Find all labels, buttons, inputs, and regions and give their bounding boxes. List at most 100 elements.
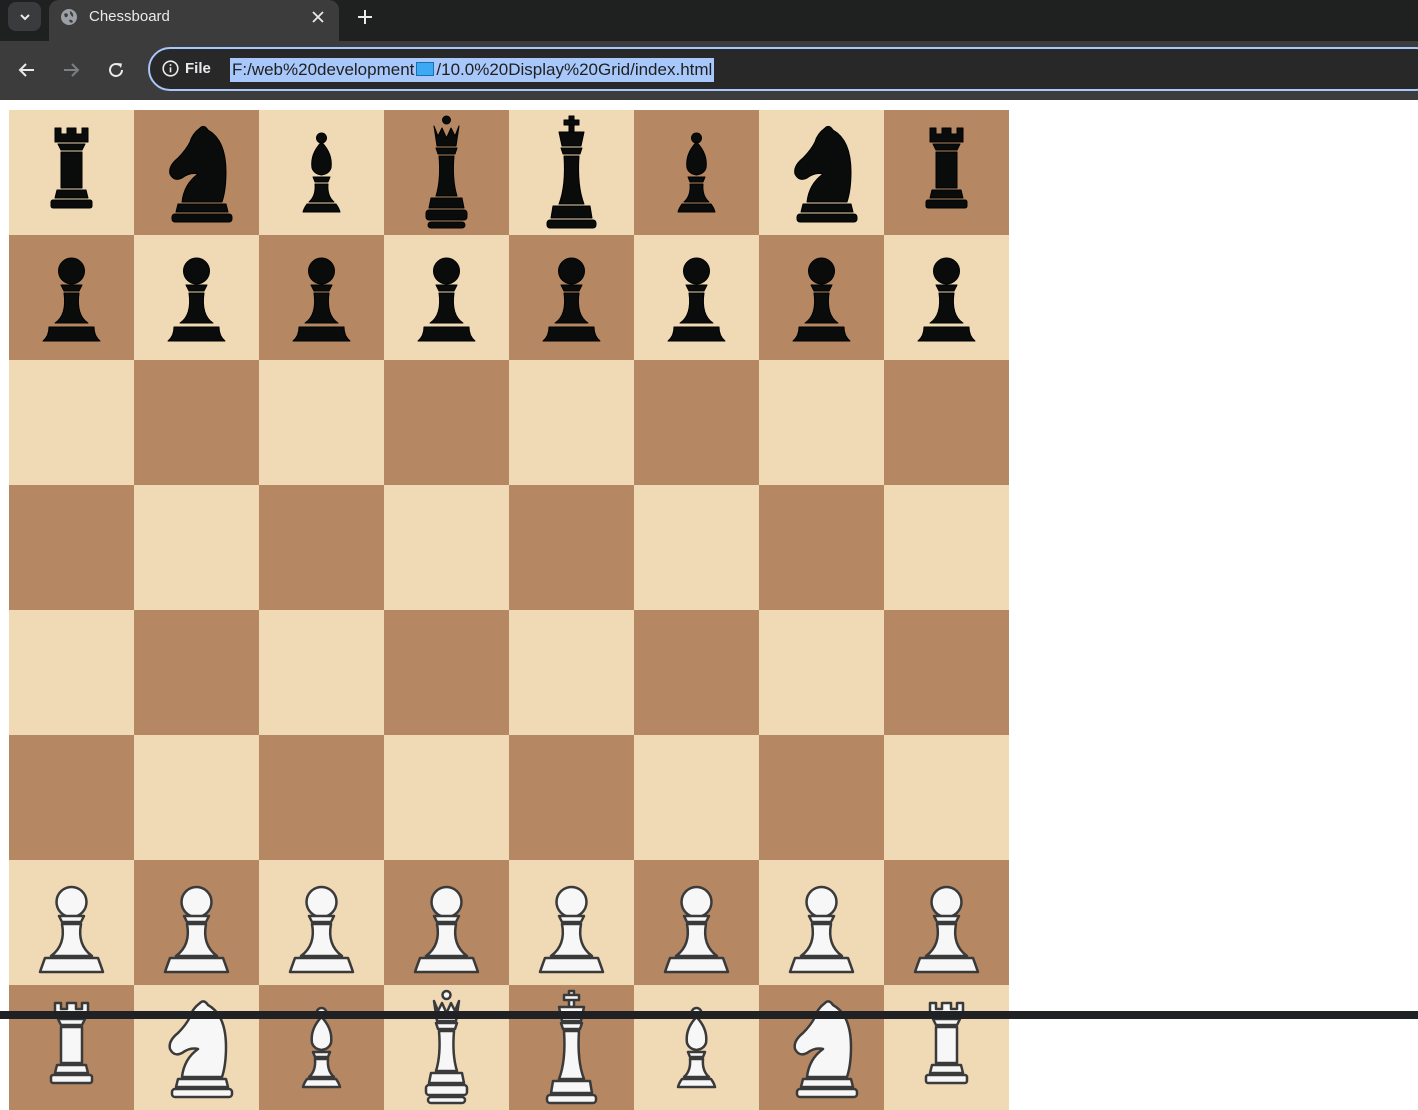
white-pawn-icon[interactable] bbox=[509, 860, 634, 985]
square[interactable] bbox=[9, 860, 134, 985]
close-icon[interactable] bbox=[307, 6, 329, 28]
black-pawn-icon[interactable] bbox=[509, 235, 634, 360]
square[interactable] bbox=[384, 485, 509, 610]
square[interactable] bbox=[259, 985, 384, 1110]
square[interactable] bbox=[634, 610, 759, 735]
white-king-icon[interactable] bbox=[509, 985, 634, 1110]
square[interactable] bbox=[134, 110, 259, 235]
square[interactable] bbox=[759, 235, 884, 360]
square[interactable] bbox=[759, 610, 884, 735]
square[interactable] bbox=[509, 110, 634, 235]
tab-chessboard[interactable]: Chessboard bbox=[49, 0, 339, 41]
white-bishop-icon[interactable] bbox=[634, 985, 759, 1110]
white-knight-icon[interactable] bbox=[134, 985, 259, 1110]
square[interactable] bbox=[884, 110, 1009, 235]
white-knight-icon[interactable] bbox=[759, 985, 884, 1110]
square[interactable] bbox=[134, 985, 259, 1110]
square[interactable] bbox=[9, 360, 134, 485]
square[interactable] bbox=[9, 110, 134, 235]
white-rook-icon[interactable] bbox=[9, 985, 134, 1110]
square[interactable] bbox=[634, 485, 759, 610]
square[interactable] bbox=[134, 860, 259, 985]
black-pawn-icon[interactable] bbox=[384, 235, 509, 360]
square[interactable] bbox=[509, 235, 634, 360]
square[interactable] bbox=[884, 735, 1009, 860]
square[interactable] bbox=[384, 235, 509, 360]
square[interactable] bbox=[259, 110, 384, 235]
white-pawn-icon[interactable] bbox=[384, 860, 509, 985]
square[interactable] bbox=[259, 735, 384, 860]
square[interactable] bbox=[9, 610, 134, 735]
black-bishop-icon[interactable] bbox=[634, 110, 759, 235]
square[interactable] bbox=[134, 735, 259, 860]
black-pawn-icon[interactable] bbox=[9, 235, 134, 360]
forward-button[interactable] bbox=[58, 57, 84, 83]
tab-search-button[interactable] bbox=[8, 2, 41, 31]
square[interactable] bbox=[9, 485, 134, 610]
black-pawn-icon[interactable] bbox=[884, 235, 1009, 360]
square[interactable] bbox=[634, 860, 759, 985]
white-pawn-icon[interactable] bbox=[759, 860, 884, 985]
square[interactable] bbox=[259, 610, 384, 735]
black-bishop-icon[interactable] bbox=[259, 110, 384, 235]
square[interactable] bbox=[9, 235, 134, 360]
square[interactable] bbox=[509, 610, 634, 735]
white-pawn-icon[interactable] bbox=[134, 860, 259, 985]
site-info-button[interactable]: File bbox=[162, 60, 211, 77]
white-pawn-icon[interactable] bbox=[259, 860, 384, 985]
black-knight-icon[interactable] bbox=[134, 110, 259, 235]
black-rook-icon[interactable] bbox=[9, 110, 134, 235]
white-pawn-icon[interactable] bbox=[634, 860, 759, 985]
black-knight-icon[interactable] bbox=[759, 110, 884, 235]
white-pawn-icon[interactable] bbox=[884, 860, 1009, 985]
square[interactable] bbox=[759, 735, 884, 860]
square[interactable] bbox=[259, 235, 384, 360]
square[interactable] bbox=[259, 360, 384, 485]
black-queen-icon[interactable] bbox=[384, 110, 509, 235]
white-rook-icon[interactable] bbox=[884, 985, 1009, 1110]
square[interactable] bbox=[384, 110, 509, 235]
square[interactable] bbox=[384, 985, 509, 1110]
square[interactable] bbox=[884, 235, 1009, 360]
reload-button[interactable] bbox=[103, 57, 129, 83]
square[interactable] bbox=[759, 110, 884, 235]
url-text[interactable]: F:/web%20development/10.0%20Display%20Gr… bbox=[230, 58, 715, 82]
square[interactable] bbox=[509, 985, 634, 1110]
square[interactable] bbox=[884, 860, 1009, 985]
square[interactable] bbox=[509, 360, 634, 485]
black-rook-icon[interactable] bbox=[884, 110, 1009, 235]
white-pawn-icon[interactable] bbox=[9, 860, 134, 985]
black-pawn-icon[interactable] bbox=[634, 235, 759, 360]
square[interactable] bbox=[259, 860, 384, 985]
square[interactable] bbox=[384, 610, 509, 735]
square[interactable] bbox=[9, 985, 134, 1110]
square[interactable] bbox=[509, 860, 634, 985]
square[interactable] bbox=[634, 985, 759, 1110]
white-bishop-icon[interactable] bbox=[259, 985, 384, 1110]
address-bar[interactable]: File F:/web%20development/10.0%20Display… bbox=[148, 47, 1418, 91]
new-tab-button[interactable] bbox=[352, 4, 378, 30]
square[interactable] bbox=[259, 485, 384, 610]
square[interactable] bbox=[759, 860, 884, 985]
square[interactable] bbox=[134, 485, 259, 610]
square[interactable] bbox=[384, 735, 509, 860]
square[interactable] bbox=[384, 860, 509, 985]
square[interactable] bbox=[134, 235, 259, 360]
black-pawn-icon[interactable] bbox=[759, 235, 884, 360]
square[interactable] bbox=[884, 985, 1009, 1110]
square[interactable] bbox=[509, 485, 634, 610]
square[interactable] bbox=[884, 610, 1009, 735]
square[interactable] bbox=[509, 735, 634, 860]
square[interactable] bbox=[9, 735, 134, 860]
black-pawn-icon[interactable] bbox=[134, 235, 259, 360]
square[interactable] bbox=[884, 485, 1009, 610]
square[interactable] bbox=[134, 610, 259, 735]
back-button[interactable] bbox=[14, 57, 40, 83]
square[interactable] bbox=[634, 110, 759, 235]
square[interactable] bbox=[759, 485, 884, 610]
square[interactable] bbox=[759, 360, 884, 485]
white-queen-icon[interactable] bbox=[384, 985, 509, 1110]
square[interactable] bbox=[634, 235, 759, 360]
square[interactable] bbox=[384, 360, 509, 485]
black-pawn-icon[interactable] bbox=[259, 235, 384, 360]
